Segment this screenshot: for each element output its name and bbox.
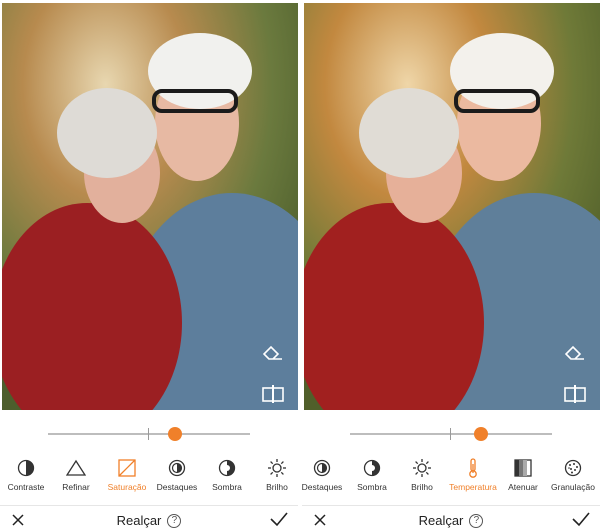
adjustment-slider[interactable] (48, 426, 250, 442)
slider-thumb[interactable] (474, 427, 489, 441)
tool-label: Brilho (266, 482, 288, 492)
saturation-icon (118, 458, 136, 478)
tool-label: Brilho (411, 482, 433, 492)
tool-row: Contraste Refinar Saturação Destaques So… (0, 458, 298, 494)
tool-label: Refinar (62, 482, 90, 492)
compare-icon[interactable] (562, 383, 588, 405)
checkmark-icon[interactable] (572, 511, 590, 527)
shadow-icon (218, 458, 236, 478)
tool-label: Destaques (156, 482, 198, 492)
tool-label: Contraste (7, 482, 45, 492)
contrast-icon (17, 458, 35, 478)
tool-label: Sombra (357, 482, 387, 492)
tool-label: Granulação (551, 482, 595, 492)
thermometer-icon (467, 458, 479, 478)
tool-label: Saturação (107, 482, 147, 492)
slider-track (350, 433, 552, 435)
triangle-icon (66, 458, 86, 478)
photo-image (2, 3, 298, 410)
checkmark-icon[interactable] (270, 511, 288, 527)
slider-center-tick (148, 428, 149, 440)
highlights-icon (168, 458, 186, 478)
page-title: Realçar (418, 513, 464, 529)
bottom-bar: Realçar? (0, 505, 298, 530)
grain-icon (564, 458, 582, 478)
adjustment-slider[interactable] (350, 426, 552, 442)
sun-icon (267, 458, 287, 478)
help-icon[interactable]: ? (167, 513, 182, 528)
highlights-icon (313, 458, 331, 478)
photo-image (304, 3, 600, 410)
slider-center-tick (450, 428, 451, 440)
photo-preview[interactable] (304, 3, 600, 410)
bottom-title: Realçar? (0, 512, 298, 528)
tool-row: Destaques Sombra Brilho Temperatura Aten… (302, 458, 600, 494)
editor-panel-right: Destaques Sombra Brilho Temperatura Aten… (302, 0, 600, 530)
bottom-bar: Realçar? (302, 505, 600, 530)
slider-thumb[interactable] (168, 427, 183, 441)
sun-icon (412, 458, 432, 478)
page-title: Realçar (116, 513, 162, 529)
eraser-icon[interactable] (562, 342, 588, 364)
help-icon[interactable]: ? (469, 513, 484, 528)
bottom-title: Realçar? (302, 512, 600, 528)
shadow-icon (363, 458, 381, 478)
slider-track (48, 433, 250, 435)
tool-label: Temperatura (449, 482, 497, 492)
fade-icon (514, 458, 532, 478)
tool-label: Destaques (301, 482, 343, 492)
tool-label: Atenuar (508, 482, 538, 492)
compare-icon[interactable] (260, 383, 286, 405)
photo-preview[interactable] (2, 3, 298, 410)
editor-panel-left: Contraste Refinar Saturação Destaques So… (0, 0, 298, 530)
eraser-icon[interactable] (260, 342, 286, 364)
tool-granulacao[interactable]: Granulação (543, 458, 600, 492)
tool-label: Sombra (212, 482, 242, 492)
